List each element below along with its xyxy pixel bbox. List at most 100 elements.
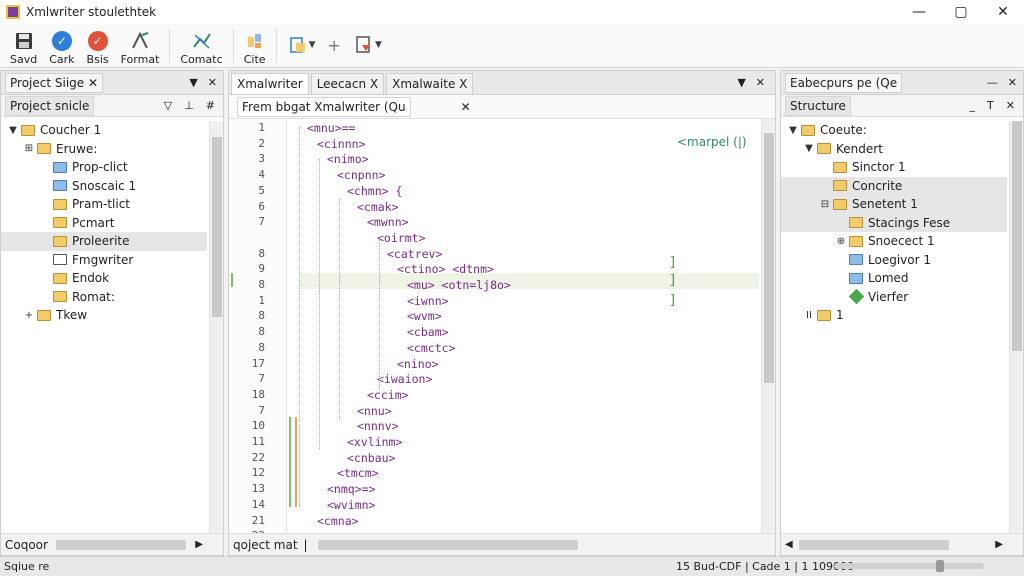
tree-item[interactable]: Concrite	[781, 176, 1007, 195]
tree-item[interactable]: Lomed	[781, 269, 1007, 288]
tree-item[interactable]: Snoscaic 1	[1, 177, 207, 196]
code-line: <mnu>==	[307, 121, 356, 135]
maximize-button[interactable]: ▢	[940, 0, 982, 24]
change-marker	[289, 417, 291, 507]
tree-expander-icon[interactable]: ⊕	[835, 236, 847, 247]
pin-icon[interactable]: T	[987, 99, 994, 112]
code-line: <mwnn>	[367, 215, 409, 230]
folder-icon	[53, 291, 67, 303]
tree-item-label: Snoscaic 1	[72, 178, 137, 193]
code-line: <tmcm>	[337, 466, 379, 481]
tree-item[interactable]: Prop-clict	[1, 158, 207, 177]
status-info: 15 Bud-CDF | Cade 1 | 1 109000	[676, 560, 854, 573]
check-button[interactable]: ✓ Cark	[43, 24, 80, 66]
chevron-left-icon[interactable]: ◀	[785, 539, 793, 550]
compare-button[interactable]: Comatc	[174, 24, 228, 66]
close-icon[interactable]: ✕	[756, 76, 765, 89]
tree-expander-icon[interactable]: ⊟	[819, 199, 831, 210]
project-tree: ▼ Coucher 1 ⊞ Eruwe: Prop-clict Snoscaic 1 Pra…	[1, 121, 207, 533]
tree-item[interactable]: Sinctor 1	[781, 158, 1007, 177]
horizontal-scroll-thumb[interactable]	[55, 539, 186, 550]
collapse-icon[interactable]: _	[970, 99, 976, 112]
close-icon[interactable]: ✕	[1008, 76, 1017, 89]
code-line: <nimo>	[327, 152, 369, 167]
insert-button[interactable]: ▼	[281, 24, 322, 56]
tree-expander-icon[interactable]: ▼	[787, 125, 799, 136]
chevron-down-icon[interactable]: ▼	[189, 76, 197, 89]
tree-item[interactable]: Loegivor 1	[781, 251, 1007, 270]
tree-item[interactable]: ▼ Kendert	[781, 140, 1007, 159]
code-line: <iwaion>	[377, 372, 433, 387]
chevron-right-icon[interactable]: ▶	[195, 539, 203, 550]
tree-item[interactable]: ⊞ Eruwe:	[1, 140, 207, 159]
code-line: <mu> <otn=lj8o>	[407, 278, 511, 292]
tree-item-label: Tkew	[56, 308, 88, 323]
chevron-down-icon[interactable]: ▼	[737, 76, 745, 89]
editor-tab[interactable]: Xmalwaite X	[386, 73, 474, 94]
tree-item-label: Coucher 1	[40, 123, 102, 138]
filter-icon[interactable]: ▽	[164, 99, 172, 112]
editor-scrollbar[interactable]	[761, 119, 775, 533]
close-button[interactable]: ✕	[982, 0, 1024, 24]
tree-item[interactable]: Pcmart	[1, 214, 207, 233]
tree-expander-icon[interactable]: +	[23, 310, 35, 321]
structure-panel-tab[interactable]: Eabecpurs pe (Qe	[785, 72, 903, 93]
indent-guide	[299, 127, 300, 507]
tree-item[interactable]: Romat:	[1, 288, 207, 307]
scroll-thumb[interactable]	[1012, 121, 1022, 351]
cite-button[interactable]: Cite	[238, 24, 272, 66]
structure-scrollbar[interactable]	[1009, 121, 1023, 533]
tree-item-label: Proleerite	[72, 234, 130, 249]
tree-item[interactable]: ⊟ Senetent 1	[781, 195, 1007, 214]
tree-expander-icon[interactable]: ⊞	[23, 143, 35, 154]
project-panel-header: Project Siige ✕ ▼ ✕	[1, 71, 223, 95]
tree-expander-icon[interactable]: ▼	[803, 143, 815, 154]
editor-tab[interactable]: Xmalwriter	[231, 73, 309, 94]
tree-item[interactable]: Stacings Fese	[781, 213, 1007, 232]
code-editor[interactable]: ] ] ] <marpel (|) 1 <mnu>== 2 <cinnn> 3 <nimo…	[229, 119, 759, 533]
grid-icon[interactable]: #	[206, 99, 215, 112]
project-scrollbar[interactable]	[209, 121, 223, 533]
tree-item[interactable]: + Tkew	[1, 306, 207, 325]
tree-item[interactable]: ▼ Coeute:	[781, 121, 1007, 140]
minimize-icon[interactable]: —	[987, 76, 998, 89]
tree-item[interactable]: Endok	[1, 269, 207, 288]
export-button[interactable]: ▼	[347, 24, 388, 56]
folder-icon	[53, 272, 67, 284]
horizontal-scroll-thumb[interactable]	[317, 539, 578, 550]
collapse-icon[interactable]: ⊥	[184, 99, 194, 112]
horizontal-scroll-thumb[interactable]	[798, 539, 949, 550]
toolbar-separator	[232, 29, 234, 63]
chevron-right-icon[interactable]: ▶	[995, 539, 1003, 550]
tree-expander-icon[interactable]: ▼	[7, 125, 19, 136]
validate-button[interactable]: ✓ Bsis	[81, 24, 115, 66]
compare-icon	[191, 30, 213, 52]
format-button[interactable]: Format	[115, 24, 166, 66]
structure-subheader: Structure _ T ✕	[781, 95, 1023, 117]
zoom-slider[interactable]	[834, 563, 984, 569]
tree-item[interactable]: II 1	[781, 306, 1007, 325]
line-number: 9	[258, 262, 265, 276]
close-icon[interactable]: ✕	[208, 76, 217, 89]
minimize-button[interactable]: —	[898, 0, 940, 24]
scroll-thumb[interactable]	[212, 137, 222, 317]
project-panel-tab[interactable]: Project Siige ✕	[5, 72, 104, 93]
tree-item[interactable]: ▼ Coucher 1	[1, 121, 207, 140]
zoom-slider-handle[interactable]	[936, 560, 944, 572]
tree-item[interactable]: Pram-tlict	[1, 195, 207, 214]
add-button[interactable]: +	[322, 24, 347, 55]
code-line: <ctino> <dtnm>	[397, 262, 494, 277]
tree-item[interactable]: ⊕ Snoecect 1	[781, 232, 1007, 251]
tree-item[interactable]: Proleerite	[1, 232, 207, 251]
save-button[interactable]: Savd	[4, 24, 43, 66]
toolbar-separator	[169, 29, 171, 63]
editor-tab[interactable]: Leecacn X	[310, 73, 385, 94]
close-icon[interactable]: ✕	[1006, 99, 1015, 112]
scroll-thumb[interactable]	[764, 133, 774, 383]
tree-expander-icon[interactable]: II	[803, 310, 815, 321]
tree-item[interactable]: Fmgwriter	[1, 251, 207, 270]
code-line: <cnbau>	[347, 450, 396, 465]
close-icon[interactable]: ✕	[461, 100, 471, 114]
code-line: <cinnn>	[317, 136, 366, 151]
tree-item[interactable]: Vierfer	[781, 288, 1007, 307]
